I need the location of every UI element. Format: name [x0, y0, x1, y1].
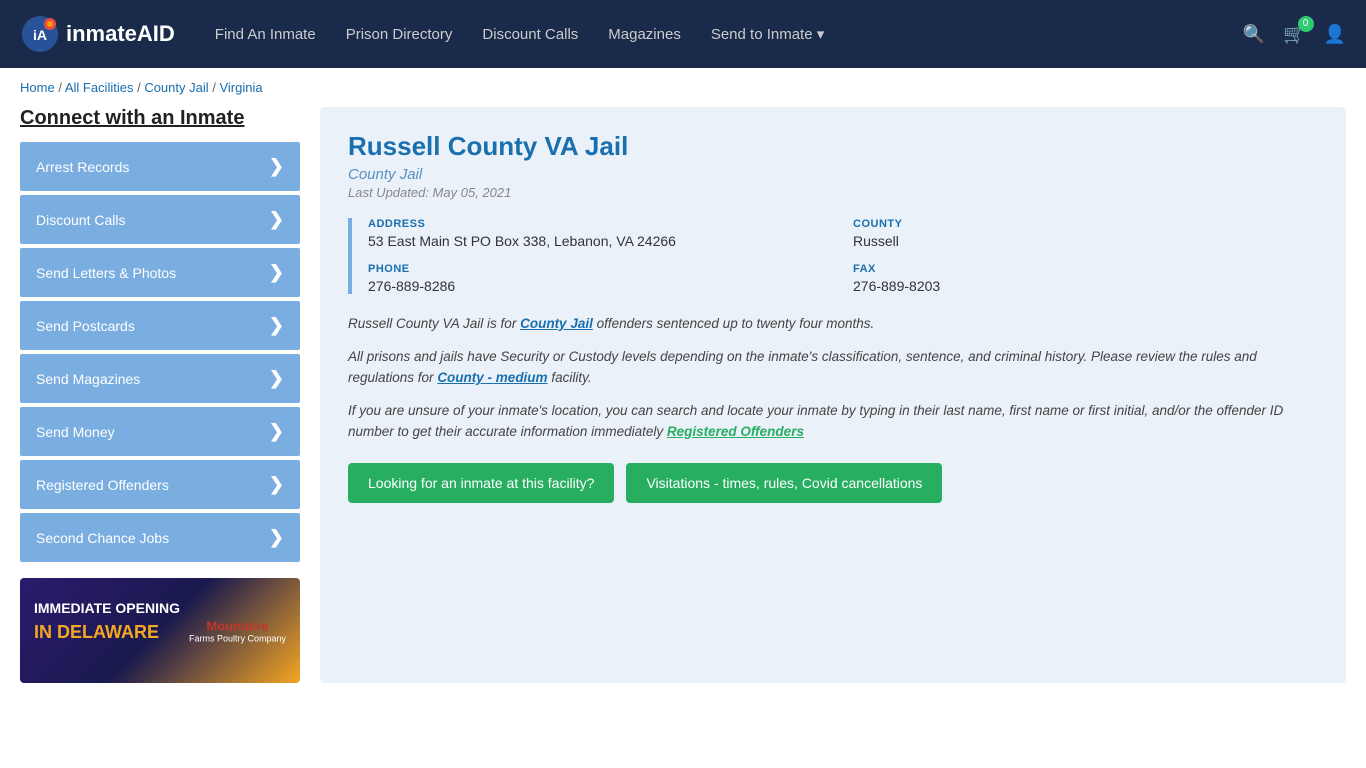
nav-send-to-inmate[interactable]: Send to Inmate ▾	[711, 25, 824, 43]
main-content: Connect with an Inmate Arrest Records ❯ …	[0, 107, 1366, 703]
ad-logo: Mountaire Farms Poultry Company	[189, 618, 286, 643]
ad-text-sub: IN DELAWARE	[34, 622, 159, 643]
looking-for-inmate-button[interactable]: Looking for an inmate at this facility?	[348, 463, 614, 503]
nav-magazines[interactable]: Magazines	[608, 26, 681, 43]
cart-badge: 0	[1298, 16, 1314, 32]
visitations-button[interactable]: Visitations - times, rules, Covid cancel…	[626, 463, 942, 503]
nav-prison-directory[interactable]: Prison Directory	[346, 26, 453, 43]
facility-info-grid: ADDRESS 53 East Main St PO Box 338, Leba…	[348, 218, 1318, 294]
fax-block: FAX 276-889-8203	[853, 263, 1318, 294]
sidebar-item-discount-calls[interactable]: Discount Calls ❯	[20, 195, 300, 244]
facility-updated: Last Updated: May 05, 2021	[348, 185, 1318, 200]
address-label: ADDRESS	[368, 218, 833, 230]
arrow-icon: ❯	[269, 368, 284, 389]
sidebar-item-registered-offenders[interactable]: Registered Offenders ❯	[20, 460, 300, 509]
logo-text: inmateAID	[66, 21, 175, 47]
sidebar-item-arrest-records[interactable]: Arrest Records ❯	[20, 142, 300, 191]
nav-find-inmate[interactable]: Find An Inmate	[215, 26, 316, 43]
sidebar-title: Connect with an Inmate	[20, 107, 300, 130]
logo-icon: iA	[20, 14, 60, 54]
registered-offenders-link[interactable]: Registered Offenders	[667, 424, 804, 439]
desc3: If you are unsure of your inmate's locat…	[348, 401, 1318, 443]
fax-value: 276-889-8203	[853, 278, 1318, 294]
breadcrumb: Home / All Facilities / County Jail / Vi…	[0, 68, 1366, 107]
county-value: Russell	[853, 233, 1318, 249]
search-icon[interactable]: 🔍	[1243, 24, 1265, 45]
sidebar-item-send-money[interactable]: Send Money ❯	[20, 407, 300, 456]
header-icons: 🔍 🛒 0 👤	[1243, 24, 1346, 45]
sidebar-item-send-postcards[interactable]: Send Postcards ❯	[20, 301, 300, 350]
breadcrumb-state[interactable]: Virginia	[219, 80, 262, 95]
breadcrumb-all-facilities[interactable]: All Facilities	[65, 80, 134, 95]
sidebar: Connect with an Inmate Arrest Records ❯ …	[20, 107, 300, 683]
facility-name: Russell County VA Jail	[348, 131, 1318, 162]
nav-discount-calls[interactable]: Discount Calls	[482, 26, 578, 43]
ad-text-main: IMMEDIATE OPENING	[34, 600, 180, 616]
description-section: Russell County VA Jail is for County Jai…	[348, 314, 1318, 443]
user-icon[interactable]: 👤	[1324, 24, 1346, 45]
address-value: 53 East Main St PO Box 338, Lebanon, VA …	[368, 233, 833, 249]
county-block: COUNTY Russell	[853, 218, 1318, 249]
address-block: ADDRESS 53 East Main St PO Box 338, Leba…	[368, 218, 833, 249]
arrow-icon: ❯	[269, 262, 284, 283]
arrow-icon: ❯	[269, 156, 284, 177]
arrow-icon: ❯	[269, 315, 284, 336]
county-medium-link[interactable]: County - medium	[437, 370, 547, 385]
facility-type: County Jail	[348, 166, 1318, 183]
arrow-icon: ❯	[269, 527, 284, 548]
ad-logo-name: Mountaire	[189, 618, 286, 633]
phone-value: 276-889-8286	[368, 278, 833, 294]
sidebar-ad[interactable]: IMMEDIATE OPENING IN DELAWARE Mountaire …	[20, 578, 300, 683]
arrow-icon: ❯	[269, 421, 284, 442]
breadcrumb-home[interactable]: Home	[20, 80, 55, 95]
phone-block: PHONE 276-889-8286	[368, 263, 833, 294]
ad-logo-sub: Farms Poultry Company	[189, 633, 286, 643]
arrow-icon: ❯	[269, 474, 284, 495]
sidebar-menu: Arrest Records ❯ Discount Calls ❯ Send L…	[20, 142, 300, 562]
arrow-icon: ❯	[269, 209, 284, 230]
sidebar-item-send-letters[interactable]: Send Letters & Photos ❯	[20, 248, 300, 297]
desc1: Russell County VA Jail is for County Jai…	[348, 314, 1318, 335]
sidebar-item-second-chance-jobs[interactable]: Second Chance Jobs ❯	[20, 513, 300, 562]
logo-area[interactable]: iA inmateAID	[20, 14, 175, 54]
site-header: iA inmateAID Find An Inmate Prison Direc…	[0, 0, 1366, 68]
county-jail-link[interactable]: County Jail	[520, 316, 593, 331]
fax-label: FAX	[853, 263, 1318, 275]
breadcrumb-county-jail[interactable]: County Jail	[144, 80, 208, 95]
sidebar-item-send-magazines[interactable]: Send Magazines ❯	[20, 354, 300, 403]
svg-text:iA: iA	[33, 27, 47, 43]
content-panel: Russell County VA Jail County Jail Last …	[320, 107, 1346, 683]
cart-wrapper[interactable]: 🛒 0	[1283, 24, 1305, 45]
phone-label: PHONE	[368, 263, 833, 275]
desc2: All prisons and jails have Security or C…	[348, 347, 1318, 389]
county-label: COUNTY	[853, 218, 1318, 230]
main-nav: Find An Inmate Prison Directory Discount…	[215, 25, 1243, 43]
action-buttons: Looking for an inmate at this facility? …	[348, 463, 1318, 503]
